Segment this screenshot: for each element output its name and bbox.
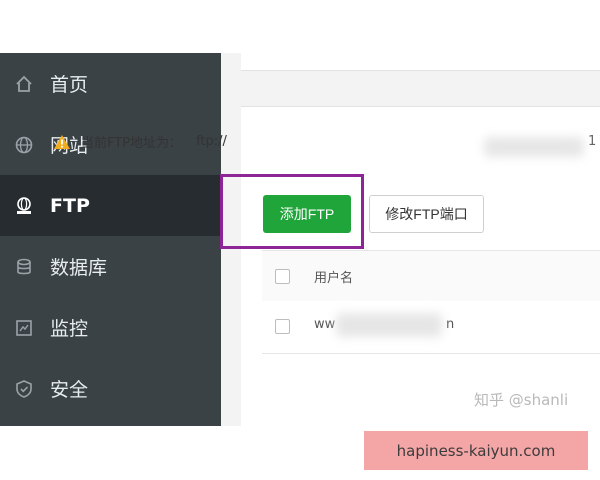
home-icon <box>13 73 35 95</box>
sidebar-item-label: 首页 <box>50 74 89 96</box>
sidebar-item-label: 数据库 <box>50 257 108 279</box>
globe-icon <box>13 134 35 156</box>
ftp-address-tail: 1 <box>588 134 597 149</box>
shield-icon <box>13 378 35 400</box>
column-username: 用户名 <box>314 271 354 286</box>
sidebar-item-monitor[interactable]: 监控 <box>0 297 221 358</box>
redacted-address <box>484 137 584 157</box>
highlight-box <box>220 174 364 249</box>
sidebar-item-label: FTP <box>50 194 90 217</box>
sidebar-item-home[interactable]: 首页 <box>0 53 221 114</box>
ftp-address-notice: 当前FTP地址为： ftp:// <box>53 132 227 151</box>
sidebar: 首页 网站 FTP 数据库 监控 安全 <box>0 53 221 426</box>
sidebar-item-label: 安全 <box>50 379 89 401</box>
sidebar-item-label: 监控 <box>50 318 89 340</box>
sidebar-item-ftp[interactable]: FTP <box>0 175 221 236</box>
top-panel <box>241 53 600 71</box>
warning-icon <box>54 134 70 149</box>
sidebar-item-security[interactable]: 安全 <box>0 358 221 419</box>
redacted-username <box>336 313 442 337</box>
site-label: hapiness-kaiyun.com <box>364 431 588 470</box>
ftp-address-value: ftp:// <box>196 134 227 149</box>
watermark: 知乎 @shanli <box>474 391 569 409</box>
row-checkbox[interactable] <box>275 319 290 334</box>
ftp-address-label: 当前FTP地址为： <box>81 136 183 151</box>
username-end: n <box>446 317 455 332</box>
modify-ftp-port-button[interactable]: 修改FTP端口 <box>369 195 484 233</box>
username-start: ww <box>314 317 336 332</box>
select-all-checkbox[interactable] <box>275 269 290 284</box>
sidebar-item-database[interactable]: 数据库 <box>0 236 221 297</box>
ftp-icon <box>13 195 35 217</box>
database-icon <box>13 256 35 278</box>
table-header: 用户名 <box>262 250 600 302</box>
monitor-icon <box>13 317 35 339</box>
